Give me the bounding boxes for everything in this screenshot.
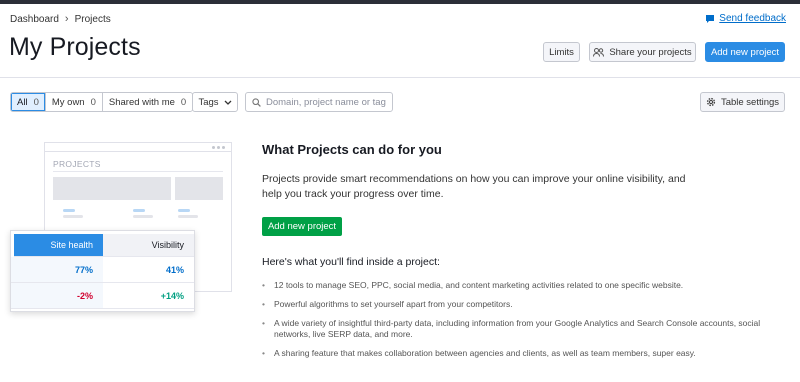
- features-heading: Here's what you'll find inside a project…: [262, 256, 440, 268]
- chevron-down-icon: [224, 100, 231, 105]
- filter-label: All: [17, 96, 28, 108]
- table-cell: 77%: [11, 257, 103, 283]
- limits-button[interactable]: Limits: [543, 42, 580, 62]
- filter-all[interactable]: All 0: [11, 93, 46, 111]
- add-new-project-cta[interactable]: Add new project: [262, 217, 342, 236]
- limits-label: Limits: [549, 46, 574, 58]
- breadcrumb-dashboard[interactable]: Dashboard: [10, 14, 59, 25]
- top-bar: [0, 0, 800, 4]
- illustration-block: [53, 177, 171, 200]
- search-icon: [252, 97, 261, 107]
- window-dots: [212, 146, 225, 149]
- add-new-project-label: Add new project: [710, 46, 780, 58]
- page-title: My Projects: [9, 33, 141, 61]
- add-new-project-button[interactable]: Add new project: [705, 42, 785, 62]
- filter-label: My own: [51, 96, 85, 108]
- feedback-icon: [706, 14, 715, 23]
- search-box: [245, 92, 393, 112]
- share-projects-label: Share your projects: [609, 46, 692, 58]
- empty-state-heading: What Projects can do for you: [262, 142, 442, 157]
- send-feedback-link[interactable]: Send feedback: [705, 13, 786, 24]
- illustration-title: PROJECTS: [53, 159, 101, 169]
- search-input[interactable]: [266, 96, 386, 108]
- gear-icon: [706, 97, 716, 107]
- filter-label: Shared with me: [108, 96, 175, 108]
- add-new-project-cta-label: Add new project: [267, 221, 337, 232]
- table-header: Visibility: [103, 234, 194, 257]
- empty-state-intro: Projects provide smart recommendations o…: [262, 173, 686, 200]
- list-item: A wide variety of insightful third-party…: [262, 318, 777, 340]
- breadcrumb-current: Projects: [74, 13, 111, 25]
- illustration-block: [175, 177, 223, 200]
- table-cell: -2%: [11, 283, 103, 309]
- table-settings-label: Table settings: [720, 96, 780, 108]
- features-list: 12 tools to manage SEO, PPC, social medi…: [262, 280, 782, 359]
- header-divider: [0, 77, 800, 78]
- filter-count: 0: [180, 96, 187, 108]
- list-item: A sharing feature that makes collaborati…: [262, 348, 777, 359]
- table-cell: +14%: [103, 283, 194, 309]
- share-projects-button[interactable]: Share your projects: [589, 42, 696, 62]
- project-filter-group: All 0 My own 0 Shared with me 0: [10, 92, 194, 112]
- empty-state-content: What Projects can do for you Projects pr…: [262, 142, 782, 367]
- illustration-metrics-table: Site health Visibility 77% 41% -2% +14%: [10, 230, 195, 312]
- tags-label: Tags: [198, 96, 219, 108]
- filter-shared-with-me[interactable]: Shared with me 0: [102, 93, 193, 111]
- filter-count: 0: [90, 96, 96, 108]
- table-settings-button[interactable]: Table settings: [700, 92, 785, 112]
- table-header: Site health: [14, 234, 103, 257]
- breadcrumb: Dashboard › Projects: [10, 13, 111, 25]
- list-item: 12 tools to manage SEO, PPC, social medi…: [262, 280, 777, 291]
- filter-count: 0: [33, 96, 39, 108]
- chevron-right-icon: ›: [64, 13, 69, 25]
- tags-dropdown[interactable]: Tags: [192, 92, 238, 112]
- send-feedback-label: Send feedback: [719, 13, 786, 24]
- list-item: Powerful algorithms to set yourself apar…: [262, 299, 777, 310]
- filter-my-own[interactable]: My own 0: [45, 93, 103, 111]
- users-icon: [593, 47, 605, 57]
- table-cell: 41%: [103, 257, 194, 283]
